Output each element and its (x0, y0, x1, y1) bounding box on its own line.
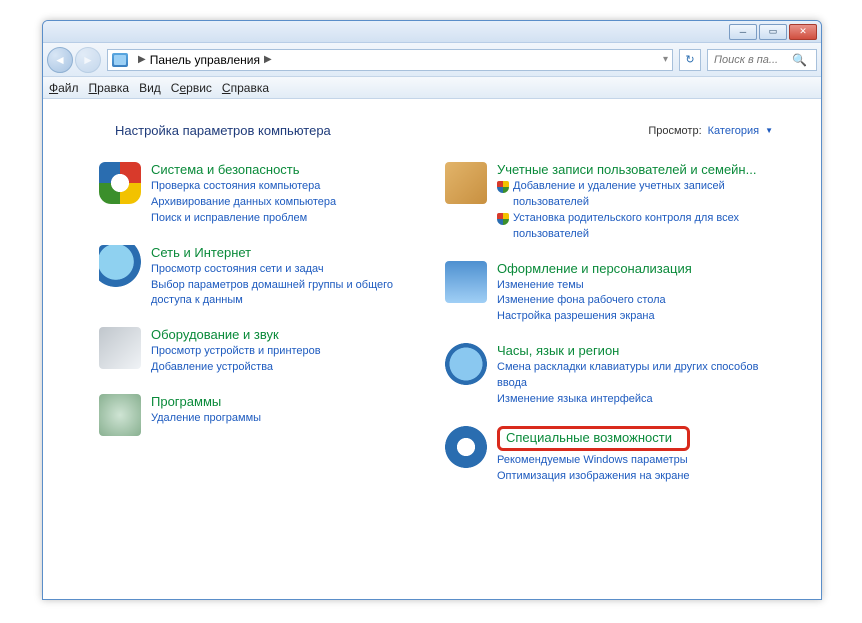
search-box[interactable]: 🔍 (707, 49, 817, 71)
header-row: Настройка параметров компьютера Просмотр… (115, 123, 773, 138)
category-link[interactable]: Оптимизация изображения на экране (497, 469, 690, 485)
category-programs: Программы Удаление программы (99, 394, 435, 436)
printer-icon (99, 327, 141, 369)
minimize-button[interactable]: ─ (729, 24, 757, 40)
shield-icon (99, 162, 141, 204)
category-clock-region: Часы, язык и регион Смена раскладки клав… (445, 343, 781, 408)
category-title[interactable]: Специальные возможности (506, 430, 672, 445)
menu-view[interactable]: Вид (139, 81, 161, 95)
control-panel-window: ─ ▭ ✕ ◄ ► ▶ Панель управления ▶ ▾ ↻ 🔍 ФФ… (42, 20, 822, 600)
back-button[interactable]: ◄ (47, 47, 73, 73)
category-title[interactable]: Сеть и Интернет (151, 245, 435, 262)
view-value[interactable]: Категория (708, 125, 759, 137)
view-label: Просмотр: (648, 125, 701, 137)
category-hardware: Оборудование и звук Просмотр устройств и… (99, 327, 435, 376)
titlebar: ─ ▭ ✕ (43, 21, 821, 43)
refresh-button[interactable]: ↻ (679, 49, 701, 71)
disc-icon (99, 394, 141, 436)
category-title[interactable]: Система и безопасность (151, 162, 336, 179)
category-link[interactable]: Добавление и удаление учетных записей по… (513, 179, 781, 211)
category-link[interactable]: Смена раскладки клавиатуры или других сп… (497, 360, 781, 392)
users-icon (445, 162, 487, 204)
category-link[interactable]: Изменение темы (497, 278, 692, 294)
category-link[interactable]: Изменение фона рабочего стола (497, 293, 692, 309)
view-selector[interactable]: Просмотр: Категория ▼ (648, 125, 773, 137)
dropdown-icon[interactable]: ▾ (663, 54, 668, 65)
category-ease-of-access: Специальные возможности Рекомендуемые Wi… (445, 426, 781, 485)
search-icon: 🔍 (792, 53, 807, 67)
category-title[interactable]: Программы (151, 394, 261, 411)
left-column: Система и безопасность Проверка состояни… (99, 162, 435, 485)
category-users: Учетные записи пользователей и семейн...… (445, 162, 781, 243)
menu-file[interactable]: ФФайлайл (49, 81, 79, 95)
menu-bar: ФФайлайл Правка Вид Сервис Справка (43, 77, 821, 99)
chevron-down-icon: ▼ (765, 126, 773, 135)
category-link[interactable]: Выбор параметров домашней группы и общег… (151, 278, 435, 310)
content-area: Настройка параметров компьютера Просмотр… (43, 99, 821, 599)
highlight-box: Специальные возможности (497, 426, 690, 451)
address-text: Панель управления (150, 53, 260, 67)
monitor-icon (445, 261, 487, 303)
menu-tools[interactable]: Сервис (171, 81, 212, 95)
category-title[interactable]: Часы, язык и регион (497, 343, 781, 360)
category-system-security: Система и безопасность Проверка состояни… (99, 162, 435, 227)
category-columns: Система и безопасность Проверка состояни… (99, 162, 781, 485)
search-input[interactable] (712, 53, 792, 67)
category-title[interactable]: Оформление и персонализация (497, 261, 692, 278)
category-link[interactable]: Просмотр состояния сети и задач (151, 262, 435, 278)
category-network: Сеть и Интернет Просмотр состояния сети … (99, 245, 435, 310)
category-link[interactable]: Изменение языка интерфейса (497, 392, 781, 408)
right-column: Учетные записи пользователей и семейн...… (445, 162, 781, 485)
category-link[interactable]: Архивирование данных компьютера (151, 195, 336, 211)
nav-toolbar: ◄ ► ▶ Панель управления ▶ ▾ ↻ 🔍 (43, 43, 821, 77)
chevron-right-icon: ▶ (138, 54, 146, 65)
page-title: Настройка параметров компьютера (115, 123, 331, 138)
category-link[interactable]: Поиск и исправление проблем (151, 211, 336, 227)
category-link[interactable]: Настройка разрешения экрана (497, 309, 692, 325)
category-link[interactable]: Проверка состояния компьютера (151, 179, 336, 195)
close-button[interactable]: ✕ (789, 24, 817, 40)
category-link[interactable]: Рекомендуемые Windows параметры (497, 453, 690, 469)
menu-help[interactable]: Справка (222, 81, 269, 95)
address-bar[interactable]: ▶ Панель управления ▶ ▾ (107, 49, 673, 71)
category-link[interactable]: Просмотр устройств и принтеров (151, 344, 321, 360)
uac-shield-icon (497, 213, 509, 225)
category-link[interactable]: Удаление программы (151, 411, 261, 427)
chevron-right-icon: ▶ (264, 54, 272, 65)
category-appearance: Оформление и персонализация Изменение те… (445, 261, 781, 326)
category-link[interactable]: Установка родительского контроля для все… (513, 211, 781, 243)
globe-icon (99, 245, 141, 287)
uac-shield-icon (497, 181, 509, 193)
forward-button[interactable]: ► (75, 47, 101, 73)
ease-of-access-icon (445, 426, 487, 468)
category-link[interactable]: Добавление устройства (151, 360, 321, 376)
category-title[interactable]: Оборудование и звук (151, 327, 321, 344)
category-title[interactable]: Учетные записи пользователей и семейн... (497, 162, 781, 179)
control-panel-icon (112, 53, 128, 67)
menu-edit[interactable]: Правка (89, 81, 130, 95)
clock-globe-icon (445, 343, 487, 385)
maximize-button[interactable]: ▭ (759, 24, 787, 40)
